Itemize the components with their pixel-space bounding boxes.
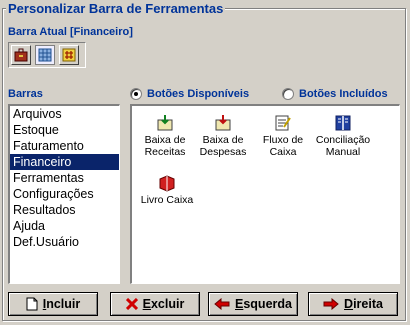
move-right-button[interactable]: Direita	[308, 292, 398, 316]
arrow-left-icon	[214, 298, 230, 310]
cashflow-icon	[275, 115, 291, 131]
bars-list[interactable]: Arquivos Estoque Faturamento Financeiro …	[8, 104, 120, 284]
right-accel: D	[344, 297, 354, 311]
radio-circle-checked[interactable]	[130, 88, 142, 100]
button-label-line2: Despesas	[199, 146, 247, 158]
button-label-line1: Conciliação	[315, 134, 371, 146]
current-toolbar-strip	[8, 42, 86, 68]
radio-available-label: Botões Disponíveis	[147, 88, 250, 100]
button-label-line1: Fluxo de	[262, 134, 304, 146]
new-page-icon	[26, 297, 38, 311]
available-button-conciliacao[interactable]: Conciliação Manual	[312, 114, 374, 158]
cashbook-icon	[159, 175, 175, 192]
list-item[interactable]: Def.Usuário	[10, 234, 119, 250]
list-item[interactable]: Estoque	[10, 122, 119, 138]
list-item[interactable]: Faturamento	[10, 138, 119, 154]
delete-label: xcluir	[150, 297, 185, 311]
list-item[interactable]: Configurações	[10, 186, 119, 202]
radio-included-buttons[interactable]: Botões Incluídos	[282, 88, 388, 100]
button-label-line2: Receitas	[144, 146, 186, 158]
available-button-livro-caixa[interactable]: Livro Caixa	[136, 174, 198, 206]
button-label-line2: Caixa	[269, 146, 297, 158]
button-label-line1: Livro Caixa	[140, 194, 194, 206]
receipt-out-icon	[215, 115, 231, 131]
delete-accel: E	[142, 297, 151, 311]
list-item[interactable]: Ferramentas	[10, 170, 119, 186]
toolbar-button-briefcase[interactable]	[11, 45, 31, 65]
toolbar-button-grid[interactable]	[35, 45, 55, 65]
delete-button[interactable]: Excluir	[110, 292, 200, 316]
left-accel: E	[235, 297, 244, 311]
arrow-right-icon	[323, 298, 339, 310]
receipt-in-icon	[157, 115, 173, 131]
red-x-icon	[125, 298, 138, 310]
ledger-icon	[335, 115, 351, 131]
include-button[interactable]: Incluir	[8, 292, 98, 316]
list-item-selected[interactable]: Financeiro	[10, 154, 119, 170]
current-bar-label: Barra Atual [Financeiro]	[8, 26, 133, 38]
grid-icon	[38, 48, 52, 62]
list-item[interactable]: Arquivos	[10, 106, 119, 122]
move-left-button[interactable]: Esquerda	[208, 292, 298, 316]
radio-circle-unchecked[interactable]	[282, 88, 294, 100]
hash-icon	[62, 48, 76, 62]
available-button-despesas[interactable]: Baixa de Despesas	[192, 114, 254, 158]
window-title: Personalizar Barra de Ferramentas	[6, 1, 226, 16]
right-label: ireita	[353, 297, 383, 311]
bars-label: Barras	[8, 88, 43, 100]
available-buttons-pane: Baixa de Receitas Baixa de Despesas Flux…	[130, 104, 400, 284]
available-button-fluxo-caixa[interactable]: Fluxo de Caixa	[252, 114, 314, 158]
available-button-receitas[interactable]: Baixa de Receitas	[134, 114, 196, 158]
left-label: squerda	[243, 297, 292, 311]
toolbar-button-hash[interactable]	[59, 45, 79, 65]
list-item[interactable]: Ajuda	[10, 218, 119, 234]
list-item[interactable]: Resultados	[10, 202, 119, 218]
button-label-line1: Baixa de	[144, 134, 186, 146]
include-label: ncluir	[46, 297, 81, 311]
button-label-line1: Baixa de	[202, 134, 244, 146]
radio-available-buttons[interactable]: Botões Disponíveis	[130, 88, 249, 100]
button-label-line2: Manual	[325, 146, 361, 158]
radio-included-label: Botões Incluídos	[299, 88, 388, 100]
briefcase-icon	[14, 48, 28, 62]
